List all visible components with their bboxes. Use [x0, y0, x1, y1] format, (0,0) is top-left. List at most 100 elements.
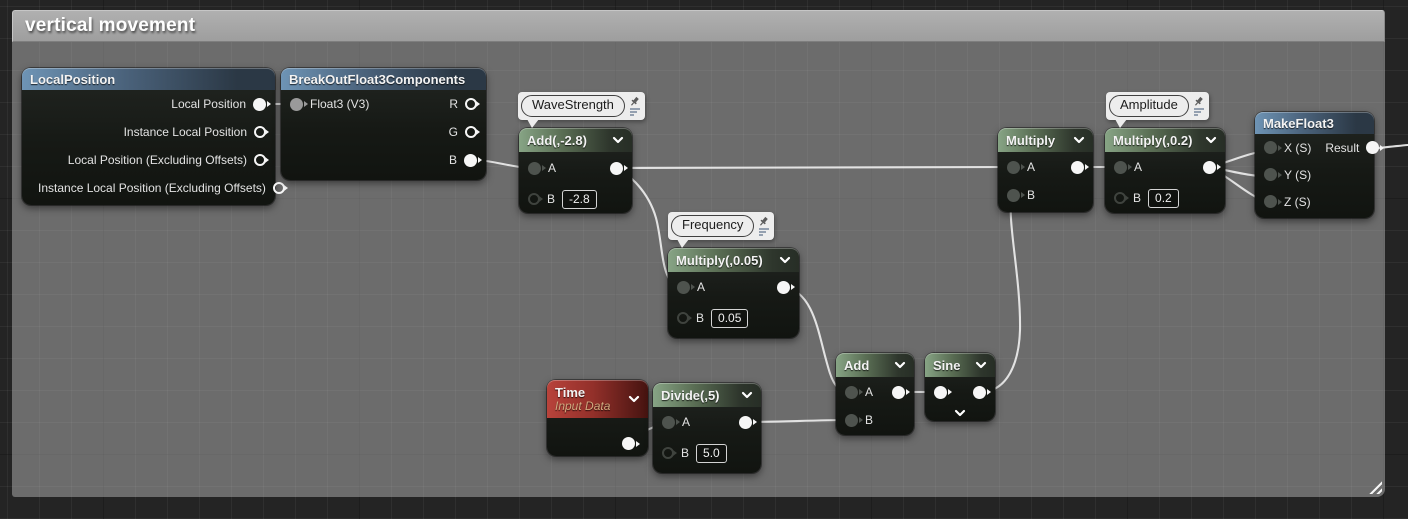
value-input[interactable]: 0.2 — [1148, 189, 1179, 208]
chevron-down-icon[interactable] — [1205, 136, 1217, 144]
output-pin[interactable] — [1203, 161, 1216, 174]
value-input[interactable]: -2.8 — [562, 190, 597, 209]
output-pin[interactable] — [1071, 161, 1084, 174]
input-pin-y[interactable] — [1264, 168, 1277, 181]
input-pin-b[interactable] — [1007, 189, 1020, 202]
input-pin-a[interactable] — [677, 281, 690, 294]
bubble-wavestrength[interactable]: WaveStrength — [518, 92, 645, 120]
node-makefloat3[interactable]: MakeFloat3 X (S) Result Y (S) Z (S) — [1255, 112, 1374, 218]
node-localposition[interactable]: LocalPosition Local Position Instance Lo… — [22, 68, 275, 205]
pin-label: B — [681, 446, 689, 460]
node-title: Divide(,5) — [661, 388, 720, 403]
node-divide-header[interactable]: Divide(,5) — [653, 383, 761, 407]
value-input[interactable]: 5.0 — [696, 444, 727, 463]
output-pin-instance-local-position[interactable] — [254, 126, 266, 138]
chevron-down-icon[interactable] — [612, 136, 624, 144]
value-input[interactable]: 0.05 — [711, 309, 748, 328]
output-pin[interactable] — [777, 281, 790, 294]
comment-title[interactable]: vertical movement — [12, 10, 1385, 42]
output-pin[interactable] — [610, 162, 623, 175]
input-pin-z[interactable] — [1264, 195, 1277, 208]
input-pin-a[interactable] — [1114, 161, 1127, 174]
output-pin-r[interactable] — [465, 98, 477, 110]
pin-label: B — [449, 153, 457, 167]
node-localposition-header[interactable]: LocalPosition — [22, 68, 275, 90]
pin-label: G — [449, 125, 458, 139]
node-multiply-freq-header[interactable]: Multiply(,0.05) — [668, 248, 799, 272]
pin-label: R — [449, 97, 458, 111]
chevron-down-icon[interactable] — [779, 256, 791, 264]
pin-icon[interactable] — [629, 96, 641, 107]
node-divide[interactable]: Divide(,5) A B 5.0 — [653, 383, 761, 473]
input-pin[interactable] — [934, 386, 947, 399]
input-pin-b[interactable] — [1114, 192, 1126, 204]
node-title: Sine — [933, 358, 960, 373]
pin-label: X (S) — [1284, 141, 1311, 155]
node-sine[interactable]: Sine — [925, 353, 995, 421]
output-pin[interactable] — [973, 386, 986, 399]
node-title: Multiply(,0.2) — [1113, 133, 1192, 148]
chevron-down-icon[interactable] — [975, 361, 987, 369]
input-pin-b[interactable] — [677, 312, 689, 324]
chevron-down-icon[interactable] — [1073, 136, 1085, 144]
output-pin-local-position-excl[interactable] — [254, 154, 266, 166]
node-add-header[interactable]: A Add — [836, 353, 914, 377]
output-pin-instance-local-position-excl[interactable] — [273, 182, 285, 194]
input-pin-x[interactable] — [1264, 141, 1277, 154]
input-pin-b[interactable] — [528, 193, 540, 205]
pin-icon[interactable] — [758, 216, 770, 227]
node-time[interactable]: Time Input Data — [547, 380, 648, 456]
input-pin-a[interactable] — [845, 386, 858, 399]
node-add-wave-header[interactable]: Add(,-2.8) — [519, 128, 632, 152]
node-multiply-amp[interactable]: Multiply(,0.2) A B 0.2 — [1105, 128, 1225, 213]
node-time-header[interactable]: Time Input Data — [547, 380, 648, 418]
chevron-down-icon[interactable] — [628, 395, 640, 403]
output-pin-local-position[interactable] — [253, 98, 266, 111]
output-pin[interactable] — [892, 386, 905, 399]
node-multiply-amp-header[interactable]: Multiply(,0.2) — [1105, 128, 1225, 152]
node-sine-header[interactable]: Sine — [925, 353, 995, 377]
bubble-frequency[interactable]: Frequency — [668, 212, 774, 240]
node-multiply[interactable]: Multiply A B — [998, 128, 1093, 212]
node-multiply-freq[interactable]: Multiply(,0.05) A B 0.05 — [668, 248, 799, 338]
output-pin-b[interactable] — [464, 154, 477, 167]
pin-label: Local Position — [171, 97, 246, 111]
chevron-down-icon[interactable] — [741, 391, 753, 399]
node-graph-canvas[interactable]: { "comment": { "title": "vertical moveme… — [0, 0, 1408, 519]
pin-label: Z (S) — [1284, 195, 1311, 209]
pin-label: B — [1027, 188, 1035, 202]
node-multiply-header[interactable]: Multiply — [998, 128, 1093, 152]
pin-label: B — [547, 192, 555, 206]
node-add[interactable]: A Add A B — [836, 353, 914, 435]
chevron-down-icon[interactable] — [894, 361, 906, 369]
pin-label: B — [696, 311, 704, 325]
bubble-amplitude[interactable]: Amplitude — [1106, 92, 1209, 120]
output-pin[interactable] — [739, 416, 752, 429]
comment-lines-icon[interactable] — [758, 227, 770, 236]
node-makefloat3-header[interactable]: MakeFloat3 — [1255, 112, 1374, 134]
node-title: Time — [555, 386, 610, 400]
input-pin-a[interactable] — [528, 162, 541, 175]
expand-chevron-icon[interactable] — [954, 409, 966, 417]
output-pin[interactable] — [622, 437, 635, 450]
bubble-label: Frequency — [671, 215, 754, 237]
output-pin-g[interactable] — [465, 126, 477, 138]
input-pin-a[interactable] — [1007, 161, 1020, 174]
input-pin-a[interactable] — [662, 416, 675, 429]
comment-lines-icon[interactable] — [1193, 107, 1205, 116]
pin-label: Y (S) — [1284, 168, 1311, 182]
pin-label: A — [1027, 160, 1035, 174]
pin-label: Float3 (V3) — [310, 97, 369, 111]
pin-icon[interactable] — [1193, 96, 1205, 107]
node-add-wave[interactable]: Add(,-2.8) A B -2.8 — [519, 128, 632, 213]
node-subtitle: Input Data — [555, 400, 610, 412]
node-breakoutfloat3-header[interactable]: BreakOutFloat3Components — [281, 68, 486, 90]
node-breakoutfloat3[interactable]: BreakOutFloat3Components Float3 (V3) R G… — [281, 68, 486, 180]
comment-lines-icon[interactable] — [629, 107, 641, 116]
pin-label: A — [682, 415, 690, 429]
node-title: Add — [844, 358, 869, 373]
pin-label: Result — [1325, 141, 1359, 155]
input-pin-b[interactable] — [662, 447, 674, 459]
input-pin-b[interactable] — [845, 414, 858, 427]
input-pin-float3[interactable] — [290, 98, 303, 111]
